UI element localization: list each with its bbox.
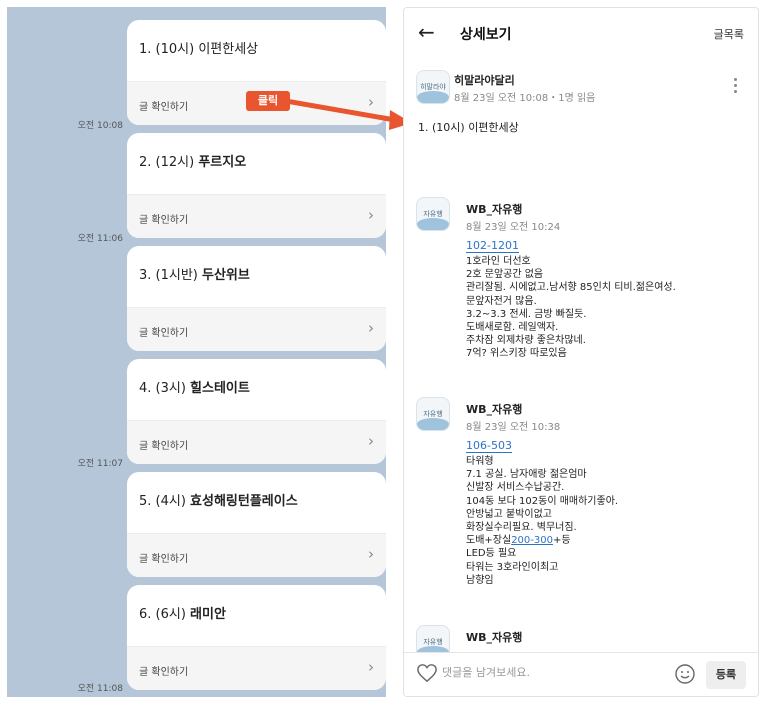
chevron-right-icon: › (368, 658, 374, 676)
post-card[interactable]: 3. (1시반) 두산위브 글 확인하기 › (127, 246, 386, 351)
chevron-right-icon: › (368, 545, 374, 563)
card-title: 2. (12시) 푸르지오 (139, 155, 247, 170)
comment-body: 타워형 7.1 공실. 남자애랑 젊은엄마 신발장 서비스수납공간. 104동 … (466, 456, 619, 586)
emoji-icon[interactable] (674, 663, 696, 685)
comment-author: WB_자유행 (466, 631, 523, 644)
detail-pane: ← 상세보기 글목록 히말라야달리 히말라야달리 8월 23일 오전 10:08… (403, 7, 759, 697)
post-body: 1. (10시) 이편한세상 (418, 121, 519, 134)
comment-meta: 8월 23일 오전 10:38 (466, 422, 561, 433)
post-card[interactable]: 4. (3시) 힐스테이트 글 확인하기 › (127, 359, 386, 464)
heart-icon[interactable] (416, 663, 438, 683)
message-time: 오전 11:06 (77, 234, 123, 244)
post-card[interactable]: 2. (12시) 푸르지오 글 확인하기 › (127, 133, 386, 238)
detail-header: ← 상세보기 글목록 (404, 8, 758, 58)
post-meta: 8월 23일 오전 10:08・1명 읽음 (454, 93, 596, 104)
card-open-label: 글 확인하기 (139, 102, 189, 113)
post-card[interactable]: 5. (4시) 효성해링턴플레이스 글 확인하기 › (127, 472, 386, 577)
more-icon[interactable] (734, 78, 738, 94)
unit-link[interactable]: 106-503 (466, 439, 512, 453)
card-open-label: 글 확인하기 (139, 667, 189, 678)
message-time: 오전 11:08 (77, 684, 123, 694)
comment-meta: 8월 23일 오전 10:24 (466, 222, 561, 233)
arrow-left-icon[interactable]: ← (418, 20, 435, 44)
list-link[interactable]: 글목록 (714, 26, 744, 42)
card-title: 3. (1시반) 두산위브 (139, 268, 250, 283)
card-open-button[interactable]: 글 확인하기 › (127, 646, 386, 690)
card-title: 5. (4시) 효성해링턴플레이스 (139, 494, 298, 509)
comment-author: WB_자유행 (466, 203, 523, 216)
page-title: 상세보기 (460, 27, 512, 43)
card-open-button[interactable]: 글 확인하기 › (127, 307, 386, 351)
comment-bar: 등록 (404, 652, 758, 696)
card-title: 4. (3시) 힐스테이트 (139, 381, 250, 396)
card-open-button[interactable]: 글 확인하기 › (127, 420, 386, 464)
chevron-right-icon: › (368, 319, 374, 337)
comment-author: WB_자유행 (466, 403, 523, 416)
chevron-right-icon: › (368, 206, 374, 224)
card-open-label: 글 확인하기 (139, 328, 189, 339)
avatar: 자유행 (416, 197, 450, 231)
chevron-right-icon: › (368, 432, 374, 450)
unit-link[interactable]: 102-1201 (466, 239, 519, 253)
card-title: 6. (6시) 래미안 (139, 607, 226, 622)
screen: 오전 10:08 오전 11:06 오전 11:07 오전 11:08 1. (… (0, 0, 764, 702)
post-card[interactable]: 6. (6시) 래미안 글 확인하기 › (127, 585, 386, 690)
annotation-arrow-icon (280, 97, 412, 130)
post-author: 히말라야달리 (454, 74, 515, 87)
card-open-button[interactable]: 글 확인하기 › (127, 194, 386, 238)
card-open-label: 글 확인하기 (139, 215, 189, 226)
submit-button[interactable]: 등록 (706, 661, 746, 689)
message-time: 오전 10:08 (77, 121, 123, 131)
avatar: 히말라야달리 (416, 70, 450, 104)
comment-input[interactable] (442, 666, 642, 679)
comment-body: 1호라인 더선호 2호 문앞공간 없음 관리잘됨. 시에없고.남서향 85인치 … (466, 256, 676, 360)
card-open-label: 글 확인하기 (139, 441, 189, 452)
card-open-button[interactable]: 글 확인하기 › (127, 533, 386, 577)
message-time: 오전 11:07 (77, 459, 123, 469)
avatar: 자유행 (416, 397, 450, 431)
card-title: 1. (10시) 이편한세상 (139, 42, 259, 57)
price-link[interactable]: 200-300 (511, 535, 553, 546)
card-open-label: 글 확인하기 (139, 554, 189, 565)
